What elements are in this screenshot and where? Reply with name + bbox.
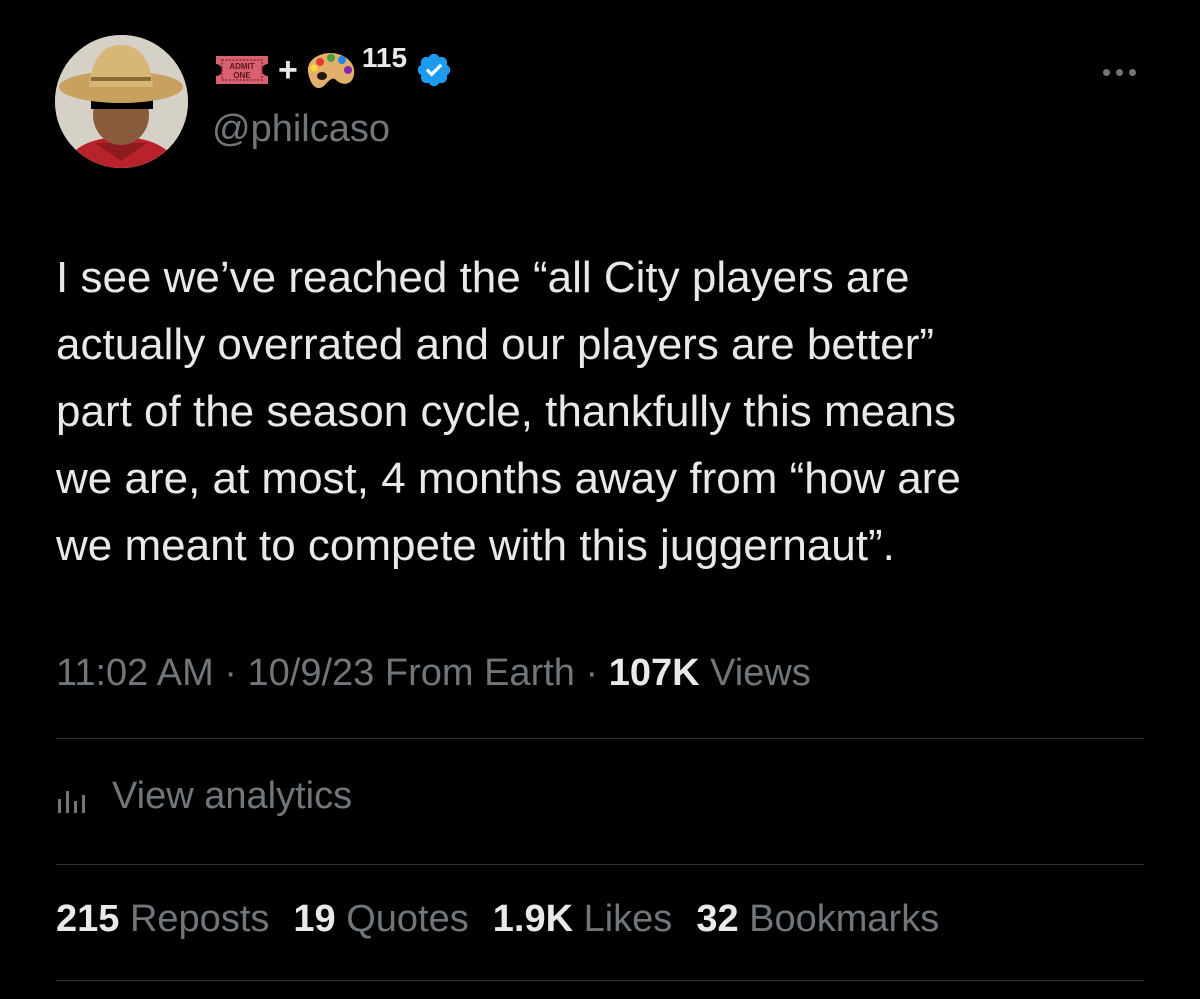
likes-label: Likes	[583, 898, 673, 940]
display-name[interactable]: ADMIT ONE + 115	[212, 42, 453, 92]
tweet-text: I see we’ve reached the “all City player…	[56, 253, 961, 570]
tweet-location: From Earth	[384, 652, 575, 694]
divider	[56, 980, 1144, 981]
bar-chart-icon	[58, 791, 85, 813]
bookmarks-label: Bookmarks	[749, 898, 940, 940]
more-dot	[1128, 68, 1136, 76]
svg-text:ONE: ONE	[233, 71, 251, 80]
tweet-date[interactable]: 10/9/23	[248, 652, 375, 694]
more-dot	[1102, 68, 1110, 76]
verified-badge-icon[interactable]	[415, 51, 453, 89]
more-dot	[1115, 68, 1123, 76]
view-analytics-button[interactable]: View analytics	[56, 770, 352, 822]
meta-separator: ·	[585, 652, 599, 694]
name-plus: +	[278, 51, 298, 89]
svg-text:ADMIT: ADMIT	[229, 62, 254, 71]
bookmarks-count: 32	[696, 898, 739, 940]
meta-separator	[575, 652, 586, 694]
more-horizontal-icon[interactable]	[1097, 62, 1141, 82]
avatar[interactable]	[55, 35, 188, 168]
divider	[56, 738, 1144, 739]
avatar-image	[55, 35, 188, 168]
views-count: 107K	[608, 652, 700, 694]
meta-separator: ·	[224, 652, 237, 694]
tweet-meta: 11:02 AM · 10/9/23 From Earth · 107K Vie…	[56, 652, 811, 695]
reposts-count: 215	[56, 898, 120, 940]
engagement-stats: 215 Reposts 19 Quotes 1.9K Likes 32 Book…	[56, 898, 939, 941]
reposts-label: Reposts	[129, 898, 270, 940]
views-label: Views	[710, 652, 811, 694]
quotes-label: Quotes	[346, 898, 469, 940]
user-handle[interactable]: @philcaso	[212, 108, 390, 151]
reposts-stat[interactable]: 215 Reposts	[56, 898, 269, 941]
artist-palette-emoji	[307, 52, 355, 89]
admission-ticket-emoji: ADMIT ONE	[216, 56, 268, 84]
likes-count: 1.9K	[492, 898, 574, 940]
bookmarks-stat[interactable]: 32 Bookmarks	[696, 898, 939, 941]
likes-stat[interactable]: 1.9K Likes	[493, 898, 673, 941]
tweet-card: ADMIT ONE + 115 @philcaso I see we’ve re…	[0, 0, 1200, 999]
quotes-stat[interactable]: 19 Quotes	[293, 898, 468, 941]
view-analytics-label: View analytics	[112, 774, 353, 817]
quotes-count: 19	[293, 898, 336, 940]
divider	[56, 864, 1144, 865]
name-number: 115	[361, 42, 408, 73]
tweet-time[interactable]: 11:02 AM	[56, 652, 214, 694]
